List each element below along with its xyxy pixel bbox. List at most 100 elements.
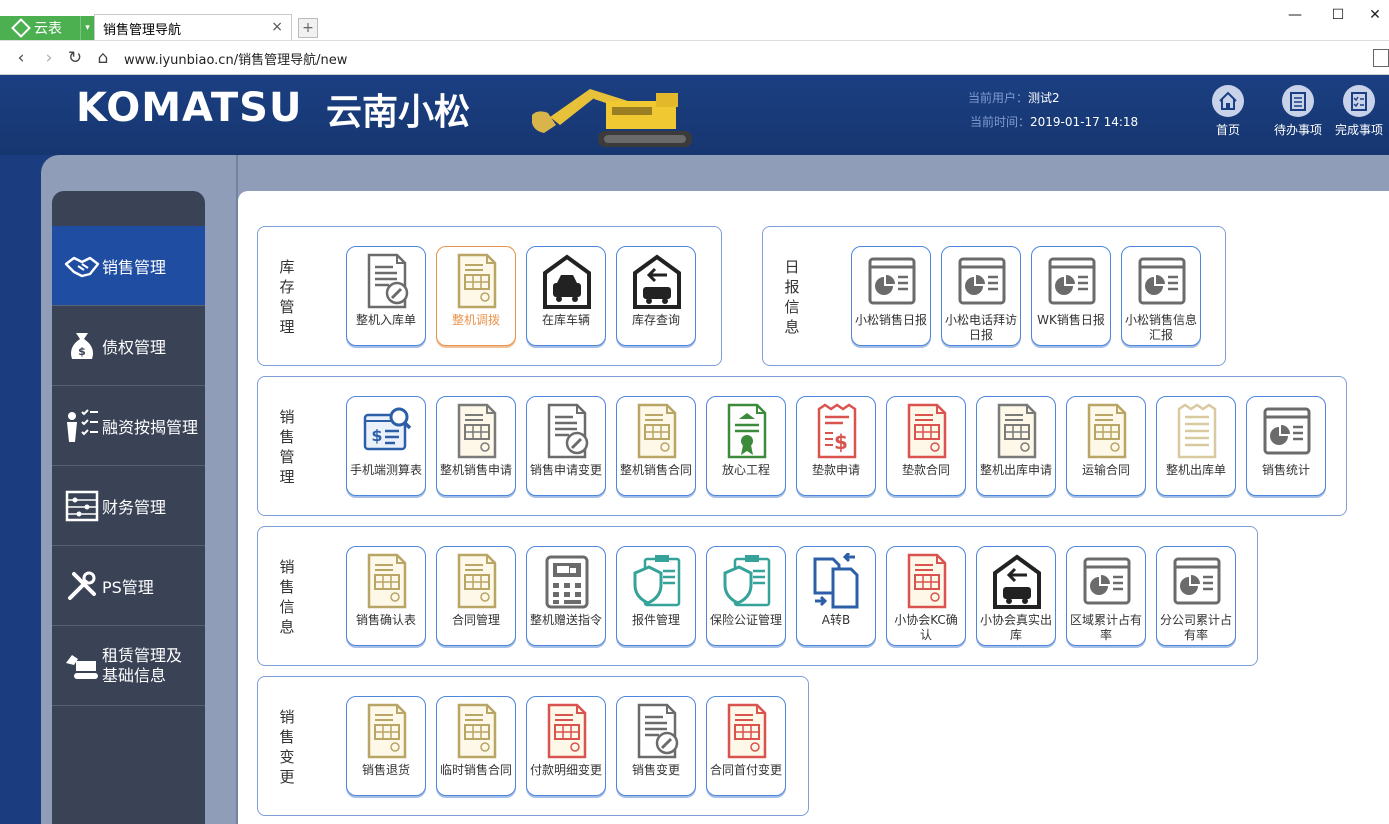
doc-transfer-icon	[813, 553, 859, 609]
nav-tile[interactable]: 整机出库申请	[976, 396, 1056, 496]
nav-tile[interactable]: $ 垫款申请	[796, 396, 876, 496]
nav-tile-label: 小松销售信息汇报	[1124, 313, 1197, 342]
nav-tile-label: 小松电话拜访日报	[944, 313, 1017, 342]
url-field[interactable]: www.iyunbiao.cn/销售管理导航/new	[124, 49, 347, 68]
nav-tile[interactable]: 小松销售日报	[851, 246, 931, 346]
nav-tile[interactable]: 库存查询	[616, 246, 696, 346]
nav-group-title: 销售信息	[279, 558, 295, 636]
nav-tile[interactable]: 运输合同	[1066, 396, 1146, 496]
address-bar: ‹ › ↻ ⌂ www.iyunbiao.cn/销售管理导航/new	[0, 40, 1389, 75]
garage-car-icon	[543, 254, 591, 309]
nav-tile[interactable]: 合同管理	[436, 546, 516, 646]
nav-tile-label: 整机销售申请	[439, 463, 512, 477]
nav-tile[interactable]: 整机出库单	[1156, 396, 1236, 496]
current-user-value: 测试2	[1028, 91, 1060, 105]
nav-tile-label: 付款明细变更	[529, 763, 602, 777]
nav-tile[interactable]: 销售申请变更	[526, 396, 606, 496]
nav-tile[interactable]: 销售统计	[1246, 396, 1326, 496]
nav-tile-label: 销售申请变更	[529, 463, 602, 477]
person-checklist-icon	[64, 408, 100, 444]
close-window-icon[interactable]: ✕	[1360, 4, 1389, 26]
brand-logo-icon	[11, 18, 31, 38]
nav-tile-label: 销售变更	[631, 763, 680, 777]
company-name: 云南小松	[326, 92, 471, 133]
home-browser-icon[interactable]: ⌂	[92, 47, 114, 69]
nav-tile-label: 手机端测算表	[349, 463, 422, 477]
maximize-icon[interactable]: ☐	[1323, 4, 1353, 26]
nav-tile[interactable]: 整机赠送指令	[526, 546, 606, 646]
forward-icon[interactable]: ›	[38, 47, 60, 69]
refresh-icon[interactable]: ↻	[64, 47, 86, 69]
back-icon[interactable]: ‹	[10, 47, 32, 69]
nav-tile[interactable]: 小协会真实出库	[976, 546, 1056, 646]
sidebar-item-label: 销售管理	[102, 257, 167, 277]
doc-table-icon	[367, 703, 407, 759]
doc-table-icon	[457, 553, 497, 609]
nav-tile[interactable]: $ 手机端测算表	[346, 396, 426, 496]
current-time-label: 当前时间：	[970, 115, 1031, 129]
nav-tile[interactable]: 整机销售合同	[616, 396, 696, 496]
sidebar-item-debt[interactable]: $ 债权管理	[52, 306, 205, 386]
nav-tile-label: 合同管理	[451, 613, 500, 627]
nav-tile[interactable]: 垫款合同	[886, 396, 966, 496]
close-tab-icon[interactable]: ×	[271, 19, 283, 35]
todo-button[interactable]: 待办事项	[1268, 85, 1328, 145]
nav-tile[interactable]: 区域累计占有率	[1066, 546, 1146, 646]
nav-tile-label: 报件管理	[631, 613, 680, 627]
nav-tile-label: 库存查询	[631, 313, 680, 327]
nav-tile-label: 区域累计占有率	[1069, 613, 1142, 642]
brand-dropdown-icon[interactable]: ▾	[80, 16, 94, 40]
nav-tile[interactable]: 整机入库单	[346, 246, 426, 346]
extension-icon[interactable]	[1373, 49, 1389, 67]
sidebar-item-leasing[interactable]: 租赁管理及 基础信息	[52, 626, 205, 706]
shield-clipboard-icon	[723, 555, 771, 607]
nav-tile[interactable]: 报件管理	[616, 546, 696, 646]
doc-table-icon	[457, 403, 497, 459]
nav-tile[interactable]: 付款明细变更	[526, 696, 606, 796]
nav-tile[interactable]: 小松电话拜访日报	[941, 246, 1021, 346]
nav-tile-label: 销售统计	[1261, 463, 1310, 477]
nav-tile[interactable]: A转B	[796, 546, 876, 646]
sidebar-item-ps[interactable]: PS管理	[52, 546, 205, 626]
nav-tile-label: 合同首付变更	[709, 763, 782, 777]
sidebar-item-financing[interactable]: 融资按揭管理	[52, 386, 205, 466]
browser-tab[interactable]: 销售管理导航 ×	[94, 14, 292, 41]
nav-tile[interactable]: 销售变更	[616, 696, 696, 796]
nav-tile[interactable]: 小松销售信息汇报	[1121, 246, 1201, 346]
garage-arrow-icon	[993, 554, 1041, 609]
home-button[interactable]: 首页	[1198, 85, 1258, 145]
sidebar-item-label: 债权管理	[102, 337, 167, 357]
sidebar-item-finance[interactable]: 财务管理	[52, 466, 205, 546]
nav-tile[interactable]: 放心工程	[706, 396, 786, 496]
nav-tile[interactable]: 销售确认表	[346, 546, 426, 646]
nav-tile[interactable]: 整机销售申请	[436, 396, 516, 496]
nav-tile-label: 整机出库申请	[979, 463, 1052, 477]
nav-tile[interactable]: 整机调拨	[436, 246, 516, 346]
sidebar-item-label: 融资按揭管理	[102, 417, 199, 437]
receipt-dollar-icon: $	[817, 403, 857, 459]
new-tab-icon[interactable]: +	[298, 18, 318, 38]
nav-tile-label: 整机入库单	[355, 313, 416, 327]
current-user-label: 当前用户：	[968, 91, 1029, 105]
nav-tile[interactable]: 合同首付变更	[706, 696, 786, 796]
todo-button-label: 待办事项	[1273, 123, 1322, 137]
garage-arrow-icon	[633, 254, 681, 309]
nav-tile[interactable]: 保险公证管理	[706, 546, 786, 646]
nav-tile[interactable]: 销售退货	[346, 696, 426, 796]
minimize-icon[interactable]: —	[1280, 4, 1310, 26]
nav-tile-label: 整机赠送指令	[529, 613, 602, 627]
nav-tile-label: 整机调拨	[451, 313, 500, 327]
nav-tile[interactable]: WK销售日报	[1031, 246, 1111, 346]
report-window-icon	[1263, 407, 1311, 455]
done-button[interactable]: 完成事项	[1329, 85, 1389, 145]
nav-tile[interactable]: 小协会KC确认	[886, 546, 966, 646]
home-button-label: 首页	[1215, 123, 1240, 137]
sidebar-item-sales[interactable]: 销售管理	[52, 226, 205, 306]
nav-group-title: 销售管理	[279, 408, 295, 486]
browser-brand-button[interactable]: 云表	[0, 16, 80, 40]
nav-tile[interactable]: 在库车辆	[526, 246, 606, 346]
mobile-calc-icon: $	[363, 407, 412, 451]
nav-tile[interactable]: 临时销售合同	[436, 696, 516, 796]
nav-tile[interactable]: 分公司累计占有率	[1156, 546, 1236, 646]
money-bag-icon: $	[64, 328, 100, 364]
